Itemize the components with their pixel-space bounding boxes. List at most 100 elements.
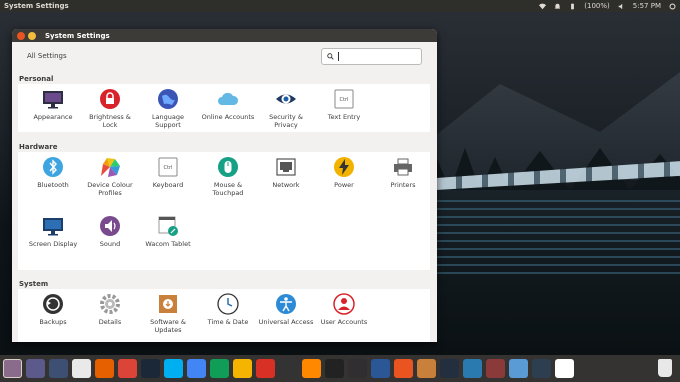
keyboard-icon: Ctrl: [157, 156, 179, 178]
obs-icon[interactable]: [348, 359, 367, 378]
battery-icon[interactable]: [569, 3, 576, 10]
settings-item-label: Backups: [39, 318, 67, 326]
globe-icon: [157, 88, 179, 110]
firefox-icon[interactable]: [95, 359, 114, 378]
desktop-icon[interactable]: [49, 359, 68, 378]
system-settings-window: System Settings All Settings Personal Ap…: [12, 29, 437, 342]
settings-item-bluetooth[interactable]: Bluetooth: [25, 156, 81, 189]
settings-item-mouse-touchpad[interactable]: Mouse & Touchpad: [200, 156, 256, 197]
inkscape-icon[interactable]: [279, 359, 298, 378]
bluetooth-icon: [42, 156, 64, 178]
disk-icon[interactable]: [371, 359, 390, 378]
app-icon[interactable]: [555, 359, 574, 378]
settings-item-label: Screen Display: [28, 240, 78, 248]
pdf-icon[interactable]: [256, 359, 275, 378]
eye-icon: [275, 88, 297, 110]
system-panel: Backups Details Software & Updates Time …: [18, 289, 430, 342]
color-profile-icon: [99, 156, 121, 178]
settings-item-printers[interactable]: Printers: [375, 156, 431, 189]
settings-item-text-entry[interactable]: Ctrl Text Entry: [316, 88, 372, 121]
settings-item-label: User Accounts: [320, 318, 368, 326]
settings-item-label: Keyboard: [152, 181, 184, 189]
settings-item-sound[interactable]: Sound: [82, 215, 138, 248]
window-toolbar: All Settings: [12, 42, 437, 70]
folder-icon[interactable]: [509, 359, 528, 378]
chrome-icon[interactable]: [118, 359, 137, 378]
mixer-icon[interactable]: [463, 359, 482, 378]
settings-item-details[interactable]: Details: [82, 293, 138, 326]
settings-item-user-accounts[interactable]: User Accounts: [316, 293, 372, 326]
lock-icon: [99, 88, 121, 110]
search-icon: [327, 52, 334, 60]
svg-text:Ctrl: Ctrl: [340, 97, 349, 103]
settings-item-backups[interactable]: Backups: [25, 293, 81, 326]
clock-icon: [217, 293, 239, 315]
power-icon: [333, 156, 355, 178]
slides-icon[interactable]: [233, 359, 252, 378]
ctrl-key-icon: Ctrl: [333, 88, 355, 110]
terminal-dark-icon[interactable]: [325, 359, 344, 378]
software-box-icon: [157, 293, 179, 315]
settings-item-wacom-tablet[interactable]: Wacom Tablet: [140, 215, 196, 248]
power-gear-icon[interactable]: [669, 3, 676, 10]
volume-icon[interactable]: [618, 3, 625, 10]
settings-item-time-date[interactable]: Time & Date: [200, 293, 256, 326]
window-title: System Settings: [45, 31, 110, 40]
settings-item-keyboard[interactable]: Ctrl Keyboard: [140, 156, 196, 189]
docs-icon[interactable]: [187, 359, 206, 378]
equalizer-icon[interactable]: [486, 359, 505, 378]
settings-item-label: Printers: [390, 181, 416, 189]
window-titlebar[interactable]: System Settings: [12, 29, 437, 42]
terminal-icon[interactable]: [532, 359, 551, 378]
mouse-icon: [217, 156, 239, 178]
workspace-icon[interactable]: [26, 359, 45, 378]
settings-item-security-privacy[interactable]: Security & Privacy: [258, 88, 314, 129]
cloud-icon: [217, 88, 239, 110]
all-settings-button[interactable]: All Settings: [27, 52, 67, 60]
settings-item-online-accounts[interactable]: Online Accounts: [200, 88, 256, 121]
settings-item-label: Brightness & Lock: [89, 113, 131, 129]
skype-icon[interactable]: [164, 359, 183, 378]
settings-item-brightness-lock[interactable]: Brightness & Lock: [82, 88, 138, 129]
hardware-panel: Bluetooth Device Colour Profiles Ctrl Ke…: [18, 152, 430, 270]
vlc-icon[interactable]: [302, 359, 321, 378]
settings-item-device-colour-profiles[interactable]: Device Colour Profiles: [82, 156, 138, 197]
top-panel: System Settings (100%) 5:57 PM: [0, 0, 680, 12]
settings-item-network[interactable]: Network: [258, 156, 314, 189]
settings-item-label: Details: [98, 318, 122, 326]
settings-item-label: Power: [334, 181, 354, 189]
search-input[interactable]: [321, 47, 422, 65]
settings-item-language-support[interactable]: Language Support: [140, 88, 196, 129]
settings-item-label: Sound: [99, 240, 121, 248]
amazon-icon[interactable]: [440, 359, 459, 378]
minimize-button[interactable]: [28, 31, 36, 40]
top-panel-app-title: System Settings: [4, 2, 69, 10]
gear-icon: [99, 293, 121, 315]
settings-item-label: Bluetooth: [37, 181, 69, 189]
package-icon[interactable]: [417, 359, 436, 378]
trash-icon[interactable]: [658, 359, 672, 377]
battery-percent: (100%): [584, 2, 610, 10]
files-icon[interactable]: [72, 359, 91, 378]
text-cursor: [338, 51, 339, 61]
settings-item-label: Wacom Tablet: [145, 240, 191, 248]
backup-icon: [42, 293, 64, 315]
settings-item-power[interactable]: Power: [316, 156, 372, 189]
notification-icon[interactable]: [554, 3, 561, 10]
settings-item-label: Online Accounts: [201, 113, 255, 121]
accessibility-icon: [275, 293, 297, 315]
sheets-icon[interactable]: [210, 359, 229, 378]
settings-item-screen-display[interactable]: Screen Display: [25, 215, 81, 248]
appearance-icon: [42, 88, 64, 110]
settings-item-universal-access[interactable]: Universal Access: [258, 293, 314, 326]
tablet-icon: [157, 215, 179, 237]
ubuntu-dash-icon[interactable]: [3, 359, 22, 378]
steam-icon[interactable]: [141, 359, 160, 378]
wifi-icon[interactable]: [539, 3, 547, 10]
store-icon[interactable]: [394, 359, 413, 378]
settings-item-appearance[interactable]: Appearance: [25, 88, 81, 121]
settings-item-software-updates[interactable]: Software & Updates: [140, 293, 196, 334]
clock-time[interactable]: 5:57 PM: [633, 2, 661, 10]
section-title-system: System: [19, 280, 49, 288]
close-button[interactable]: [17, 31, 25, 40]
